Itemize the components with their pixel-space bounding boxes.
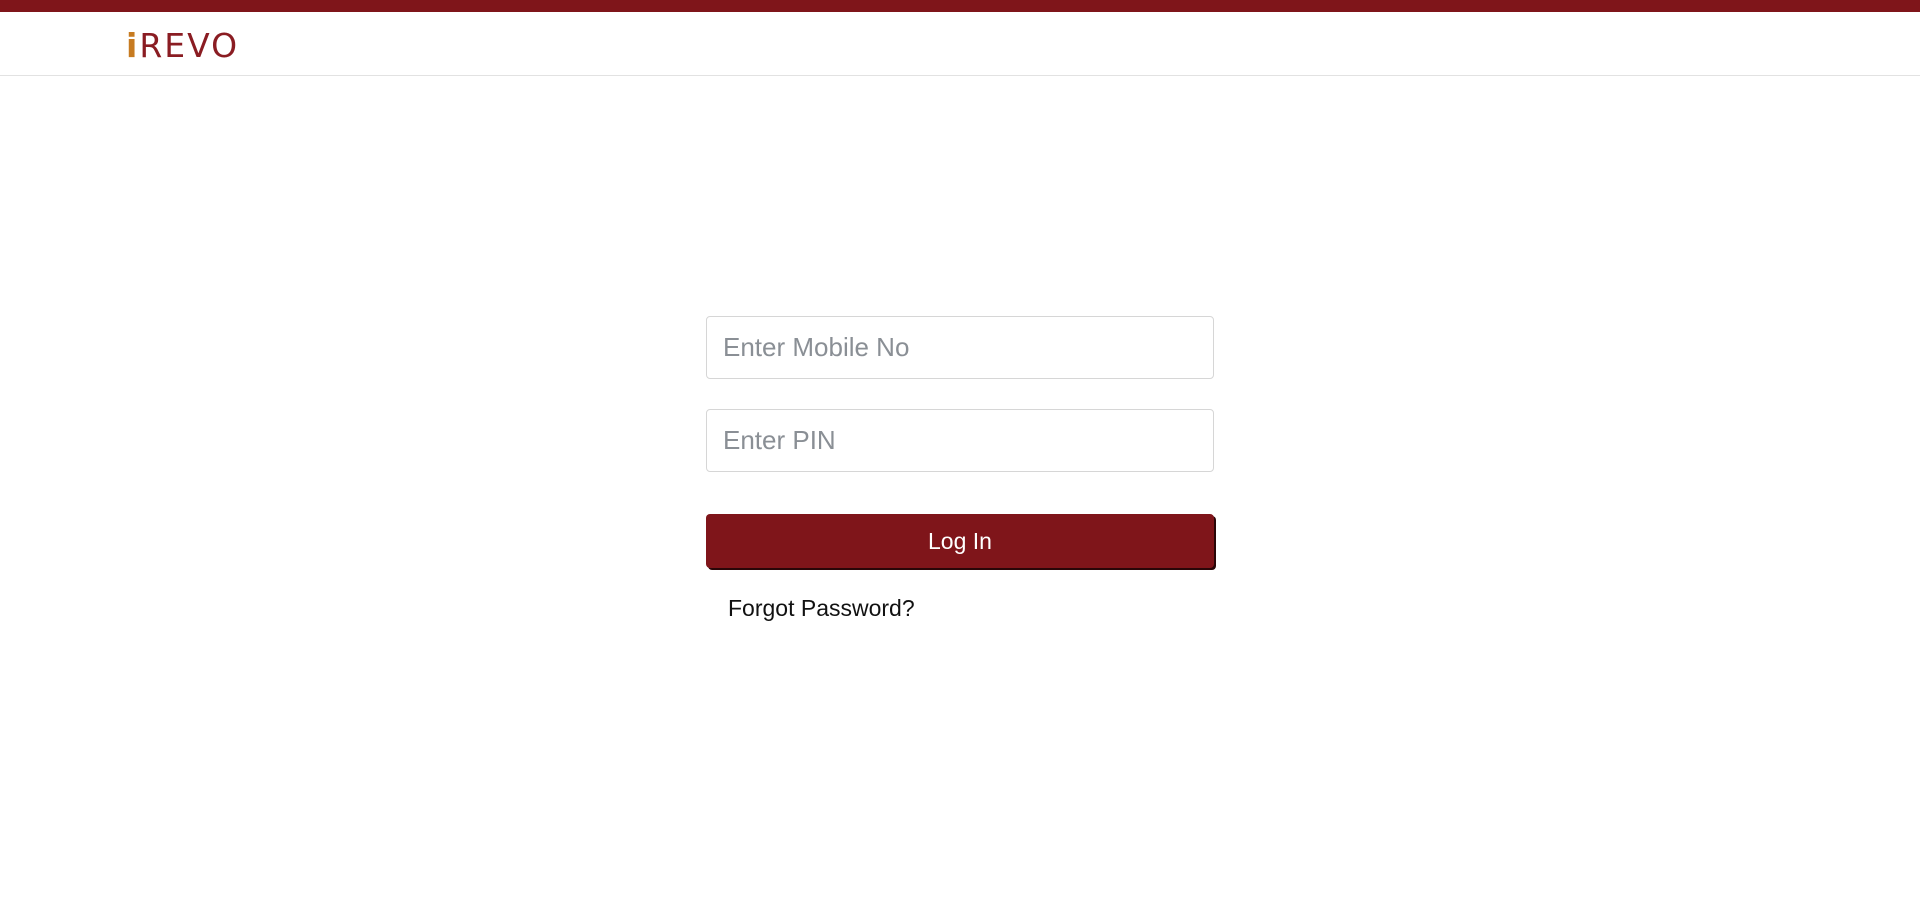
mobile-number-input[interactable] xyxy=(706,316,1214,379)
pin-input[interactable] xyxy=(706,409,1214,472)
top-accent-bar xyxy=(0,0,1920,12)
logo-wordmark: REVO xyxy=(139,26,240,65)
forgot-password-link[interactable]: Forgot Password? xyxy=(728,595,915,622)
login-form: Log In Forgot Password? xyxy=(706,316,1214,622)
irevo-logo[interactable]: i REVO xyxy=(126,26,239,62)
logo-i-letter: i xyxy=(126,26,140,65)
login-button[interactable]: Log In xyxy=(706,514,1214,568)
header: i REVO xyxy=(0,12,1920,76)
